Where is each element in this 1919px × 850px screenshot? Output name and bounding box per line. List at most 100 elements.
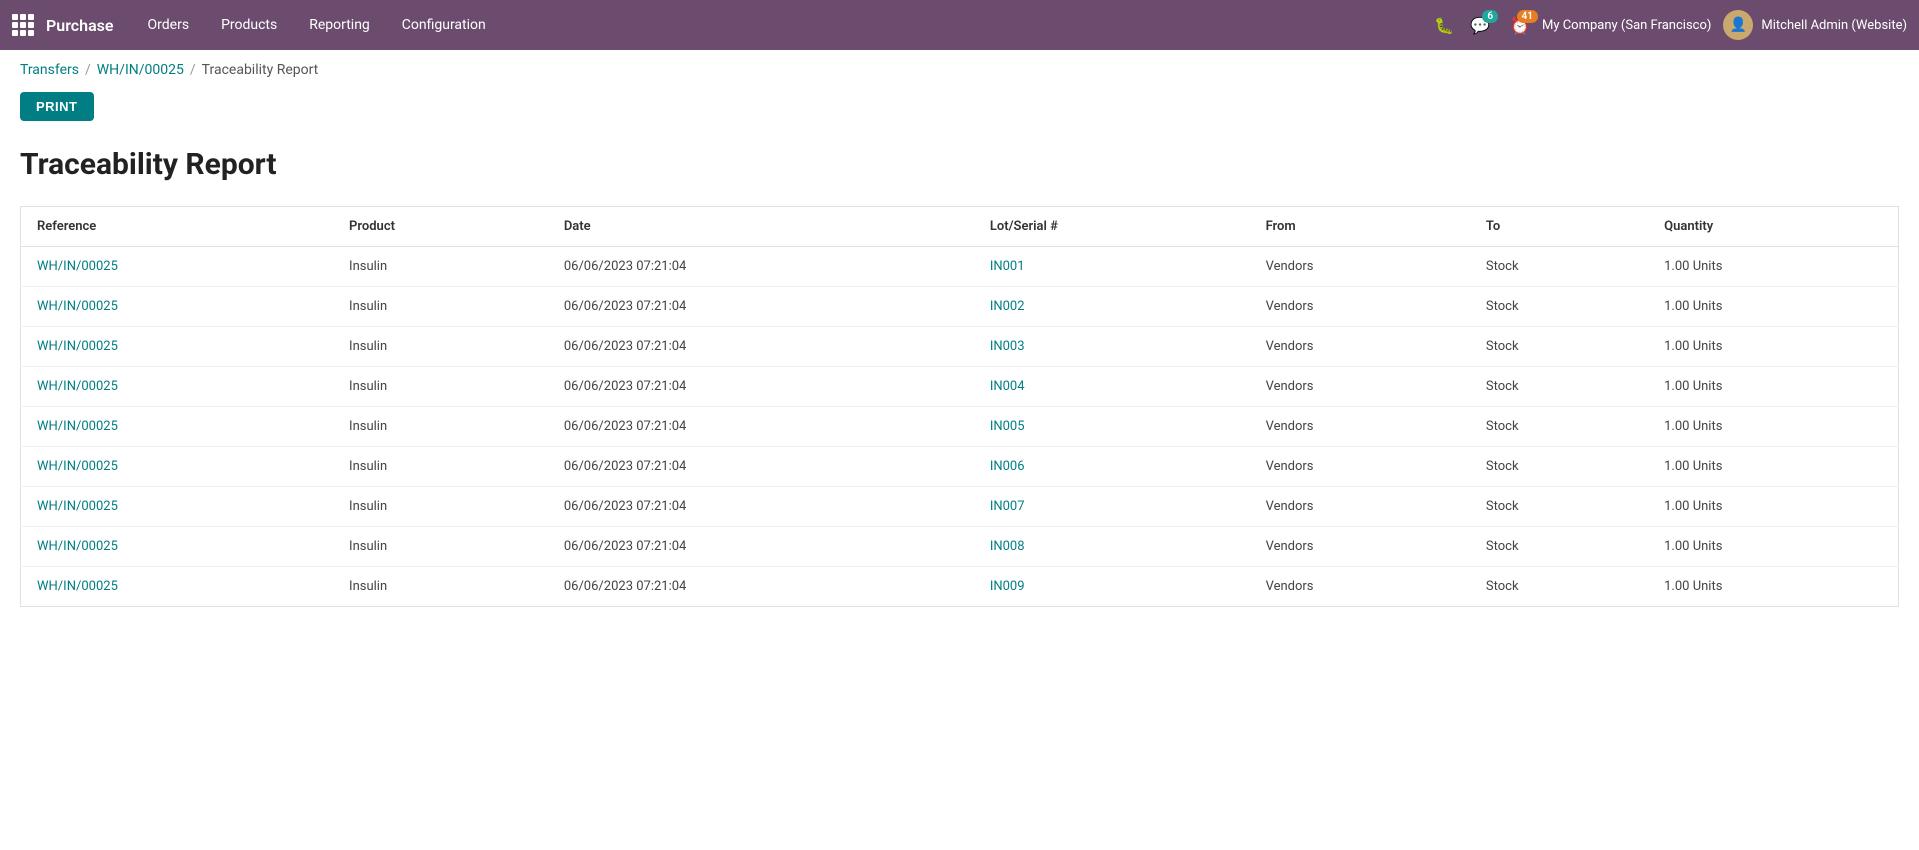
topnav-right-section: 🐛 💬 6 ⏰ 41 My Company (San Francisco) 👤 … bbox=[1434, 10, 1907, 40]
cell-quantity: 1.00 Units bbox=[1648, 487, 1898, 527]
menu-products[interactable]: Products bbox=[207, 11, 291, 39]
table-row: WH/IN/00025Insulin06/06/2023 07:21:04IN0… bbox=[21, 527, 1899, 567]
cell-reference: WH/IN/00025 bbox=[21, 487, 334, 527]
cell-reference: WH/IN/00025 bbox=[21, 567, 334, 607]
reference-link[interactable]: WH/IN/00025 bbox=[37, 339, 118, 354]
cell-from: Vendors bbox=[1250, 287, 1470, 327]
table-row: WH/IN/00025 Insulin06/06/2023 07:21:04 IN0… bbox=[21, 447, 1899, 487]
cell-to: Stock bbox=[1470, 487, 1648, 527]
cell-lot: IN001 bbox=[974, 247, 1250, 287]
report-title: Traceability Report bbox=[20, 147, 1899, 182]
cell-lot: IN003 bbox=[974, 327, 1250, 367]
lot-link[interactable]: IN008 bbox=[990, 539, 1025, 554]
cell-product: Insulin bbox=[333, 327, 548, 367]
breadcrumb: Transfers / WH/IN/00025 / Traceability R… bbox=[0, 50, 1919, 86]
avatar: 👤 bbox=[1723, 10, 1753, 40]
bug-icon: 🐛 bbox=[1434, 16, 1454, 35]
table-row: WH/IN/00025Insulin06/06/2023 07:21:04IN0… bbox=[21, 367, 1899, 407]
user-menu[interactable]: 👤 Mitchell Admin (Website) bbox=[1723, 10, 1907, 40]
activity-badge: 41 bbox=[1517, 10, 1538, 23]
cell-lot: IN008 bbox=[974, 527, 1250, 567]
lot-link[interactable]: IN002 bbox=[990, 299, 1025, 314]
cell-to: Stock bbox=[1470, 327, 1648, 367]
reference-link[interactable]: WH/IN/00025 bbox=[37, 579, 118, 594]
menu-reporting[interactable]: Reporting bbox=[295, 11, 384, 39]
breadcrumb-sep-1: / bbox=[85, 62, 91, 78]
main-menu: Orders Products Reporting Configuration bbox=[134, 11, 1435, 39]
reference-link[interactable]: WH/IN/00025 bbox=[37, 459, 118, 474]
cell-reference: WH/IN/00025 bbox=[21, 407, 334, 447]
col-product: Product bbox=[333, 207, 548, 247]
cell-from: Vendors bbox=[1250, 447, 1470, 487]
chat-badge: 6 bbox=[1482, 10, 1498, 23]
chat-icon-btn[interactable]: 💬 6 bbox=[1470, 16, 1490, 35]
lot-link[interactable]: IN003 bbox=[990, 339, 1025, 354]
print-button[interactable]: PRINT bbox=[20, 92, 94, 121]
reference-link[interactable]: WH/IN/00025 bbox=[37, 299, 118, 314]
cell-date: 06/06/2023 07:21:04 bbox=[548, 367, 974, 407]
table-row: WH/IN/00025 Insulin06/06/2023 07:21:04 IN0… bbox=[21, 407, 1899, 447]
cell-date: 06/06/2023 07:21:04 bbox=[548, 407, 974, 447]
reference-link[interactable]: WH/IN/00025 bbox=[37, 539, 118, 554]
cell-quantity: 1.00 Units bbox=[1648, 327, 1898, 367]
col-from: From bbox=[1250, 207, 1470, 247]
cell-date: 06/06/2023 07:21:04 bbox=[548, 287, 974, 327]
col-quantity: Quantity bbox=[1648, 207, 1898, 247]
lot-link[interactable]: IN007 bbox=[990, 499, 1025, 514]
cell-quantity: 1.00 Units bbox=[1648, 447, 1898, 487]
lot-link[interactable]: IN001 bbox=[990, 259, 1025, 274]
main-content: Traceability Report Reference Product Da… bbox=[0, 137, 1919, 627]
cell-from: Vendors bbox=[1250, 567, 1470, 607]
reference-link[interactable]: WH/IN/00025 bbox=[37, 259, 118, 274]
cell-date: 06/06/2023 07:21:04 bbox=[548, 447, 974, 487]
table-row: WH/IN/00025Insulin06/06/2023 07:21:04IN0… bbox=[21, 247, 1899, 287]
cell-lot: IN006 bbox=[974, 447, 1250, 487]
cell-reference: WH/IN/00025 bbox=[21, 247, 334, 287]
lot-link[interactable]: IN004 bbox=[990, 379, 1025, 394]
menu-configuration[interactable]: Configuration bbox=[388, 11, 500, 39]
cell-to: Stock bbox=[1470, 407, 1648, 447]
lot-link[interactable]: IN005 bbox=[990, 419, 1025, 434]
table-row: WH/IN/00025 Insulin06/06/2023 07:21:04 IN0… bbox=[21, 487, 1899, 527]
reference-link[interactable]: WH/IN/00025 bbox=[37, 419, 118, 434]
table-header-row: Reference Product Date Lot/Serial # From… bbox=[21, 207, 1899, 247]
breadcrumb-transfer-id-link[interactable]: WH/IN/00025 bbox=[97, 62, 184, 78]
lot-link[interactable]: IN009 bbox=[990, 579, 1025, 594]
cell-from: Vendors bbox=[1250, 527, 1470, 567]
cell-product: Insulin bbox=[333, 527, 548, 567]
username: Mitchell Admin (Website) bbox=[1761, 18, 1907, 33]
cell-date: 06/06/2023 07:21:04 bbox=[548, 247, 974, 287]
company-selector[interactable]: My Company (San Francisco) bbox=[1542, 18, 1711, 33]
breadcrumb-transfers-link[interactable]: Transfers bbox=[20, 62, 79, 78]
cell-product: Insulin bbox=[333, 287, 548, 327]
cell-quantity: 1.00 Units bbox=[1648, 407, 1898, 447]
cell-from: Vendors bbox=[1250, 487, 1470, 527]
cell-product: Insulin bbox=[333, 407, 548, 447]
debug-icon-btn[interactable]: 🐛 bbox=[1434, 16, 1454, 35]
cell-lot: IN004 bbox=[974, 367, 1250, 407]
cell-from: Vendors bbox=[1250, 247, 1470, 287]
cell-date: 06/06/2023 07:21:04 bbox=[548, 567, 974, 607]
app-grid-icon[interactable] bbox=[12, 14, 34, 36]
cell-to: Stock bbox=[1470, 447, 1648, 487]
menu-orders[interactable]: Orders bbox=[134, 11, 204, 39]
lot-link[interactable]: IN006 bbox=[990, 459, 1025, 474]
cell-date: 06/06/2023 07:21:04 bbox=[548, 327, 974, 367]
activity-icon-btn[interactable]: ⏰ 41 bbox=[1510, 16, 1530, 35]
top-navigation: Purchase Orders Products Reporting Confi… bbox=[0, 0, 1919, 50]
table-row: WH/IN/00025 Insulin06/06/2023 07:21:04 IN0… bbox=[21, 287, 1899, 327]
cell-product: Insulin bbox=[333, 567, 548, 607]
cell-product: Insulin bbox=[333, 487, 548, 527]
col-date: Date bbox=[548, 207, 974, 247]
cell-lot: IN005 bbox=[974, 407, 1250, 447]
cell-date: 06/06/2023 07:21:04 bbox=[548, 487, 974, 527]
cell-product: Insulin bbox=[333, 447, 548, 487]
cell-lot: IN007 bbox=[974, 487, 1250, 527]
cell-to: Stock bbox=[1470, 287, 1648, 327]
reference-link[interactable]: WH/IN/00025 bbox=[37, 499, 118, 514]
cell-to: Stock bbox=[1470, 527, 1648, 567]
table-row: WH/IN/00025 Insulin06/06/2023 07:21:04 IN0… bbox=[21, 327, 1899, 367]
brand-name[interactable]: Purchase bbox=[46, 16, 114, 35]
reference-link[interactable]: WH/IN/00025 bbox=[37, 379, 118, 394]
cell-from: Vendors bbox=[1250, 327, 1470, 367]
